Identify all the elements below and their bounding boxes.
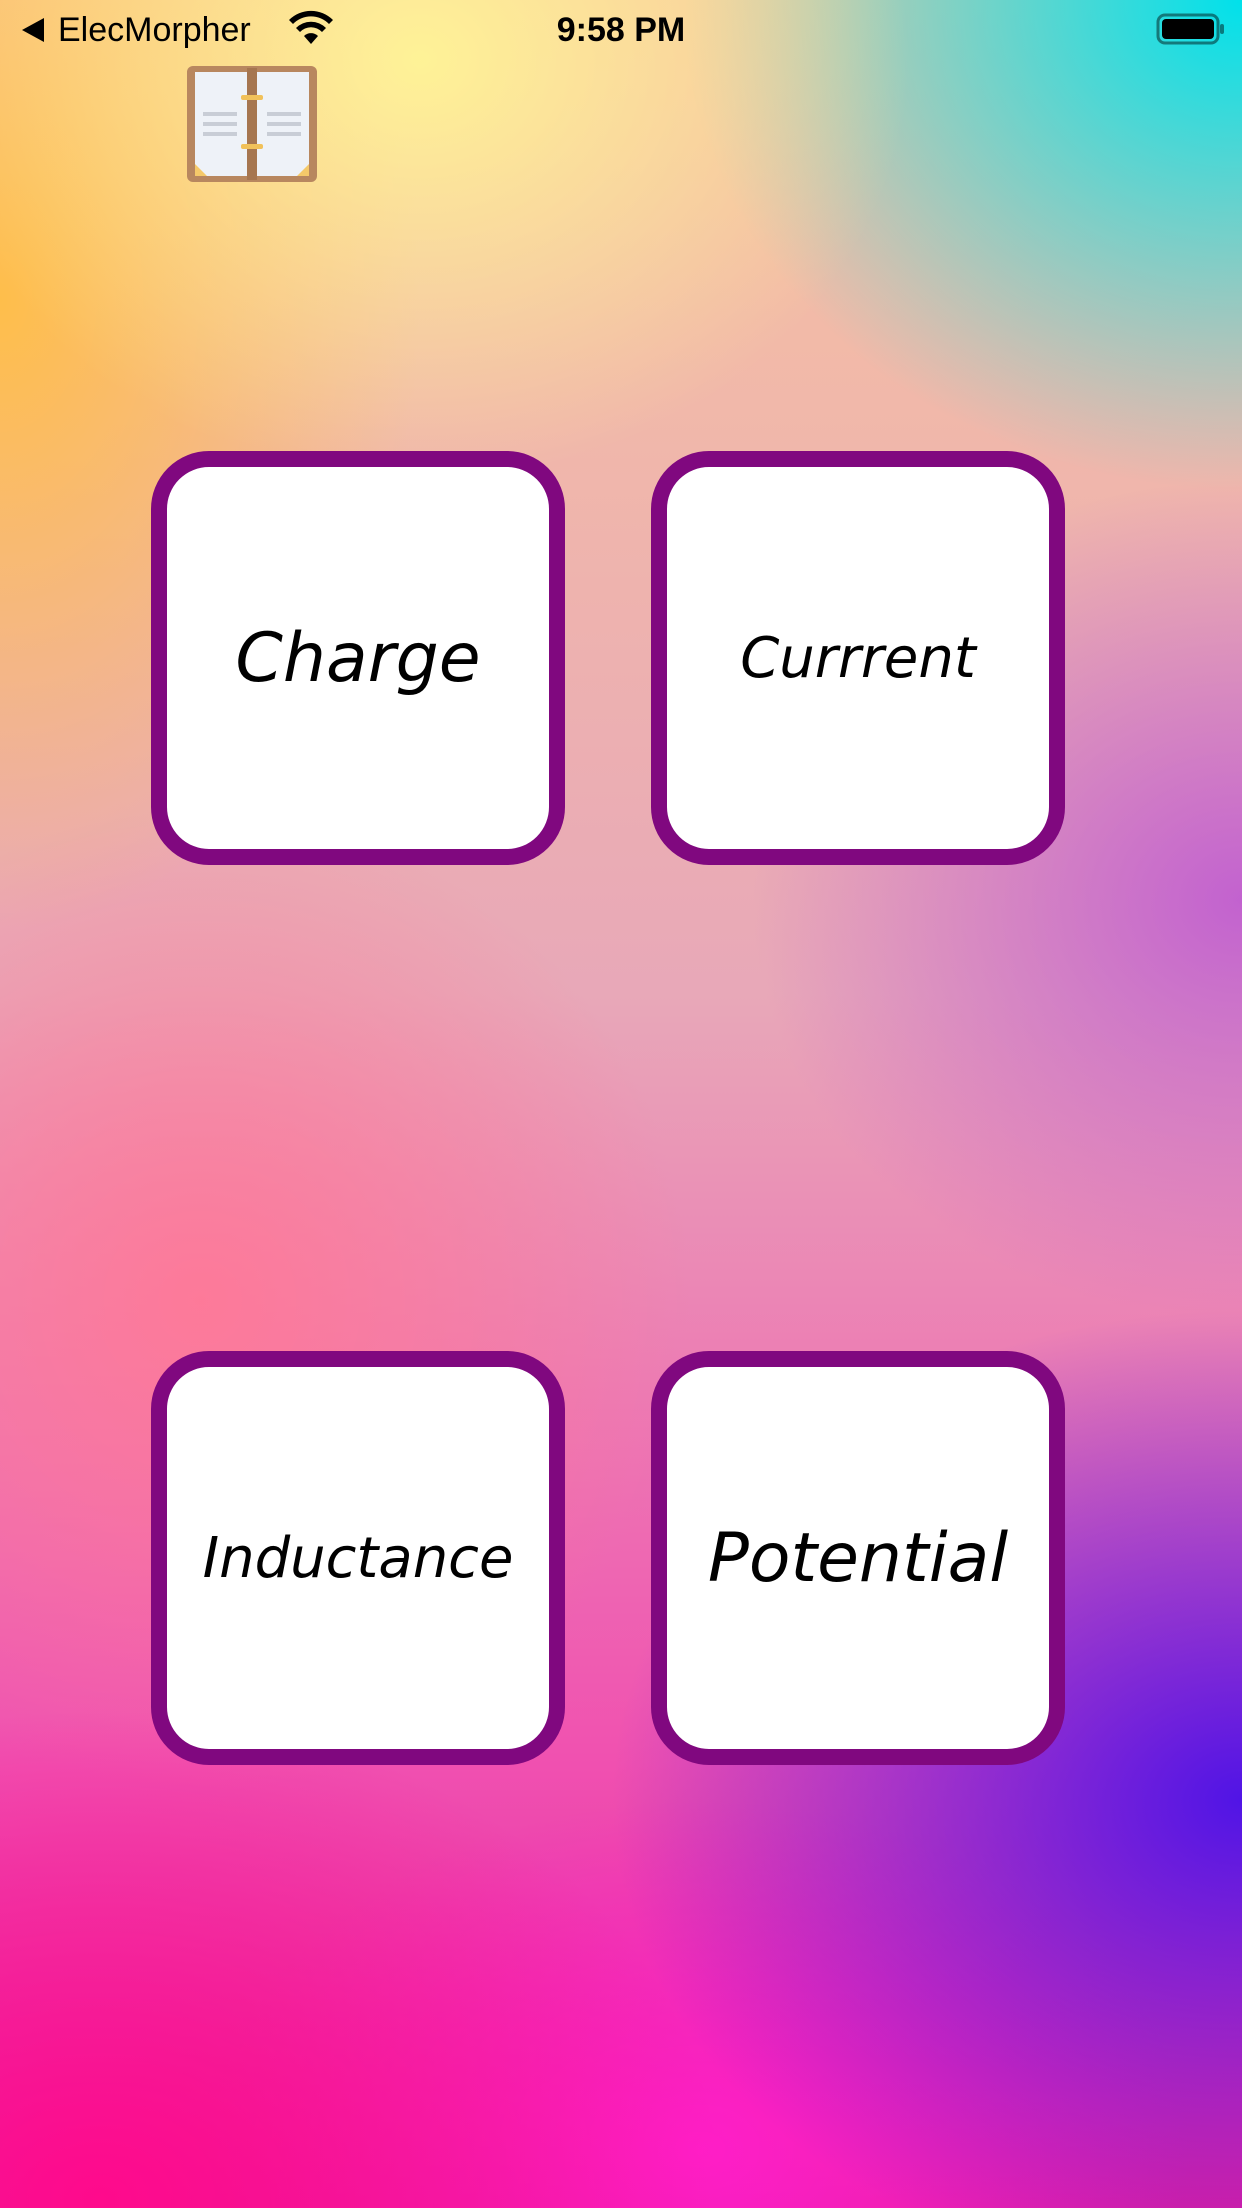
potential-tile[interactable]: Potential [651,1351,1065,1765]
inductance-tile[interactable]: Inductance [151,1351,565,1765]
current-label: Currrent [740,625,976,691]
book-icon[interactable] [185,64,319,184]
status-bar: ElecMorpher 9:58 PM [0,0,1242,62]
charge-tile[interactable]: Charge [151,451,565,865]
status-clock: 9:58 PM [556,11,686,49]
battery-icon [1156,13,1224,45]
current-tile[interactable]: Currrent [651,451,1065,865]
charge-label: Charge [235,618,481,698]
inductance-label: Inductance [202,1525,514,1591]
potential-label: Potential [707,1518,1009,1598]
